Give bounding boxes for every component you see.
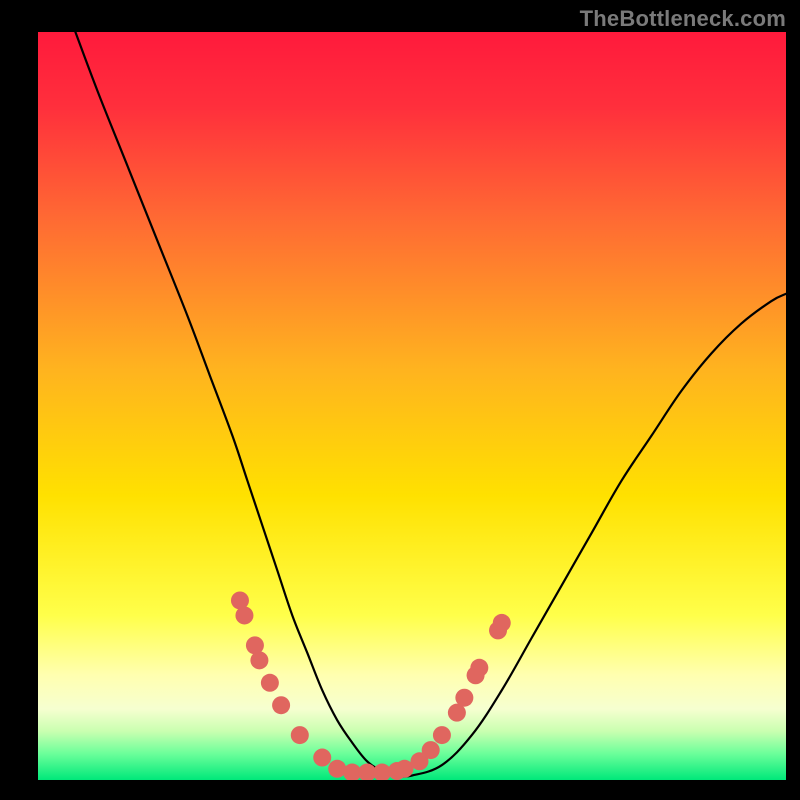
marker-dot [261,674,279,692]
plot-area [38,32,786,780]
marker-dot [422,741,440,759]
marker-dot [455,689,473,707]
marker-dot [250,651,268,669]
marker-dot [493,614,511,632]
marker-dot [470,659,488,677]
plot-svg [38,32,786,780]
marker-dot [291,726,309,744]
marker-dot [313,749,331,767]
marker-dot [328,760,346,778]
chart-frame: TheBottleneck.com [0,0,800,800]
marker-dot [272,696,290,714]
gradient-background [38,32,786,780]
watermark-text: TheBottleneck.com [580,6,786,32]
marker-dot [433,726,451,744]
marker-dot [235,606,253,624]
